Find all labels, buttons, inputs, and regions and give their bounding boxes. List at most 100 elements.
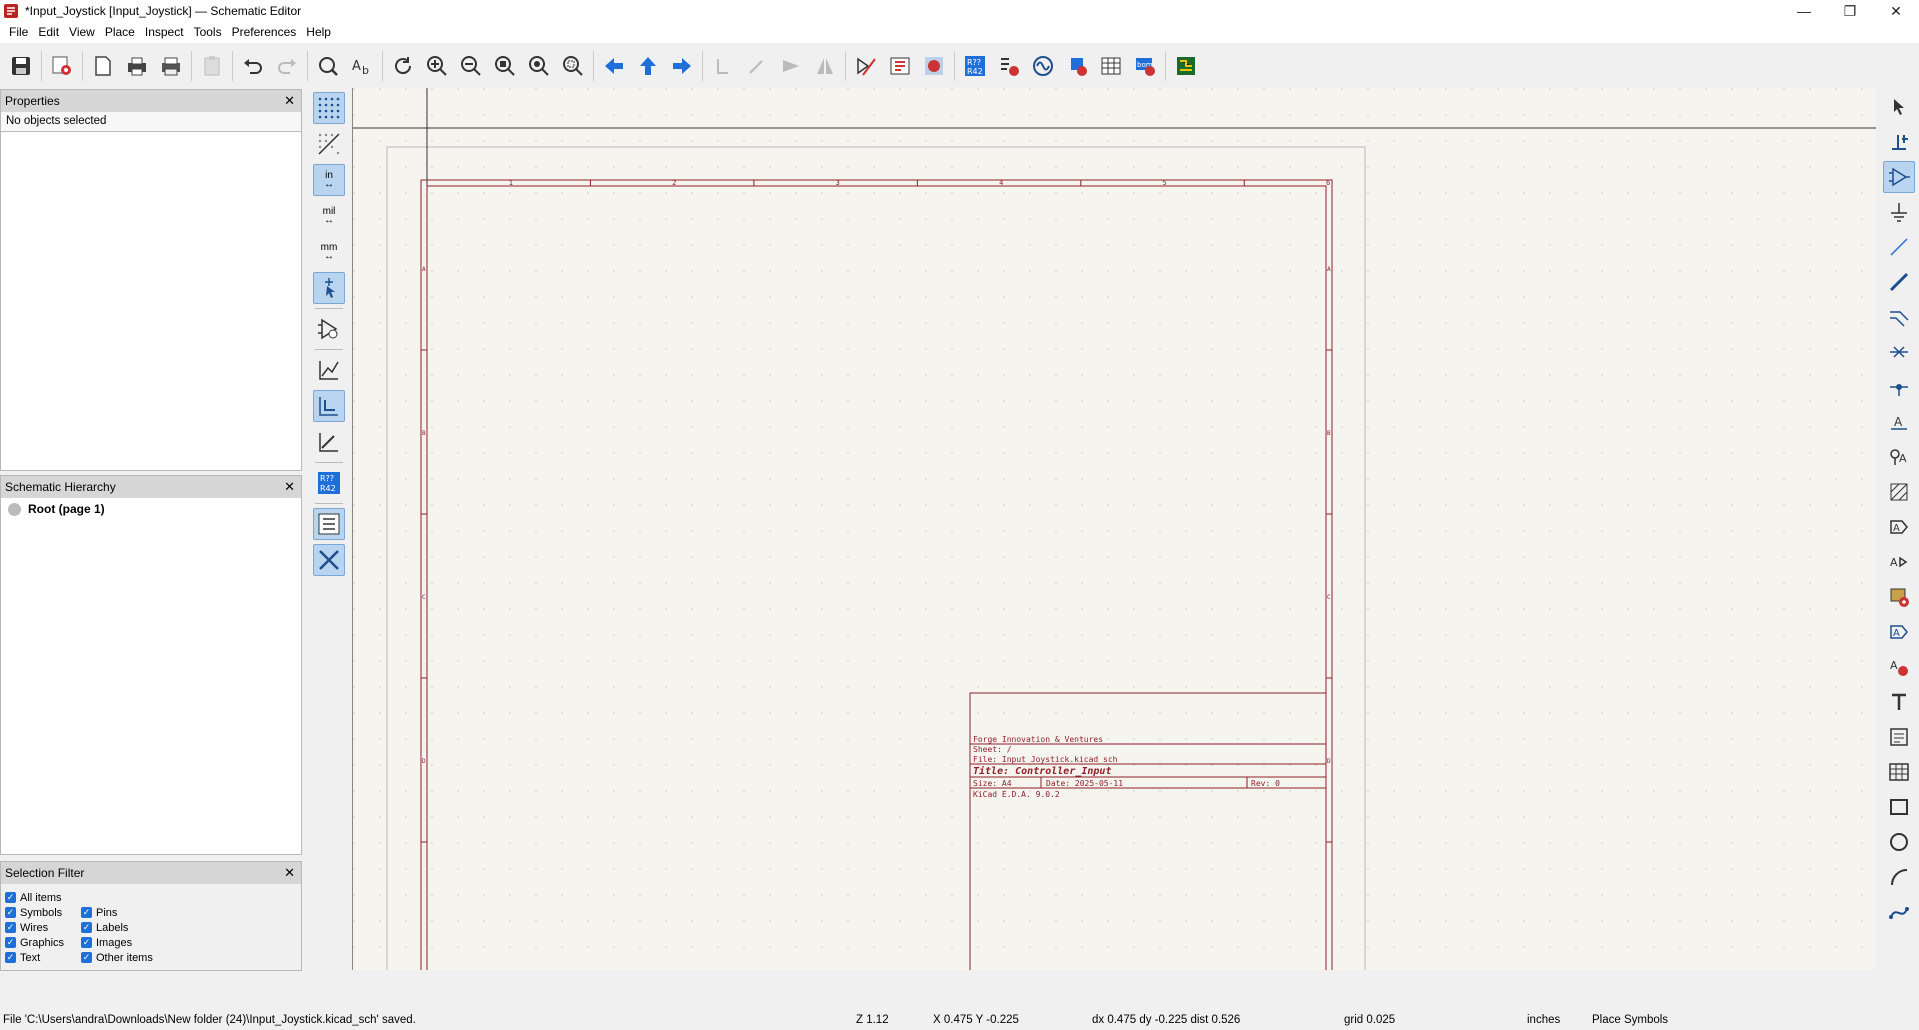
line-mode-free-button[interactable] <box>313 354 345 386</box>
generate-bom-button[interactable]: bom <box>1128 49 1162 83</box>
menu-help[interactable]: Help <box>301 22 336 43</box>
save-button[interactable] <box>4 49 38 83</box>
undo-button[interactable] <box>236 49 270 83</box>
no-connect-button[interactable] <box>1883 336 1915 368</box>
minimize-button[interactable]: — <box>1781 0 1827 22</box>
circle-tool-button[interactable] <box>1883 826 1915 858</box>
draw-bus-button[interactable] <box>1883 266 1915 298</box>
menu-file[interactable]: File <box>4 22 33 43</box>
assign-footprints-button[interactable] <box>1060 49 1094 83</box>
show-hidden-pins-button[interactable] <box>313 313 345 345</box>
properties-close-button[interactable]: ✕ <box>284 93 295 109</box>
filter-wires[interactable]: ✓ Wires <box>5 920 48 935</box>
annotate-button[interactable]: R?? R42 <box>958 49 992 83</box>
units-inches-button[interactable]: in ↔ <box>313 164 345 196</box>
line-mode-90-button[interactable] <box>313 390 345 422</box>
grid-overrides-button[interactable] <box>313 128 345 160</box>
import-sheet-pin-button[interactable]: A <box>1883 651 1915 683</box>
place-symbol-button[interactable] <box>1883 161 1915 193</box>
rectangle-tool-button[interactable] <box>1883 791 1915 823</box>
close-window-button[interactable]: ✕ <box>1873 0 1919 22</box>
zoom-fit-button[interactable] <box>488 49 522 83</box>
hierarchy-root-item[interactable]: Root (page 1) <box>1 498 301 520</box>
line-mode-45-button[interactable] <box>313 426 345 458</box>
filter-other-items[interactable]: ✓ Other items <box>81 950 153 965</box>
symbol-editor-button[interactable] <box>849 49 883 83</box>
simulator-button[interactable] <box>1026 49 1060 83</box>
mirror-v-button[interactable] <box>774 49 808 83</box>
navigate-back-button[interactable] <box>597 49 631 83</box>
plot-button[interactable] <box>154 49 188 83</box>
menu-tools[interactable]: Tools <box>189 22 227 43</box>
properties-toggle-button[interactable] <box>313 544 345 576</box>
cursor-style-button[interactable] <box>313 272 345 304</box>
zoom-selection-button[interactable] <box>556 49 590 83</box>
text-tool-button[interactable] <box>1883 686 1915 718</box>
units-mm-button[interactable]: mm ↔ <box>313 236 345 268</box>
switch-to-pcb-button[interactable] <box>1169 49 1203 83</box>
annotate-left-button[interactable]: R?? R42 <box>313 467 345 499</box>
directive-label-button[interactable]: A <box>1883 441 1915 473</box>
symbol-fields-table-button[interactable] <box>1094 49 1128 83</box>
draw-wire-button[interactable] <box>1883 231 1915 263</box>
filter-images[interactable]: ✓ Images <box>81 935 132 950</box>
find-replace-button[interactable]: Ab <box>345 49 379 83</box>
mirror-h-button[interactable] <box>808 49 842 83</box>
properties-title: Properties <box>5 94 60 108</box>
arc-tool-button[interactable] <box>1883 861 1915 893</box>
symbol-library-browser-button[interactable] <box>883 49 917 83</box>
bezier-tool-button[interactable] <box>1883 896 1915 928</box>
update-from-pcb-button[interactable] <box>917 49 951 83</box>
schematic-canvas[interactable]: 1 2 3 4 5 6 A A B B C C D D Forge Innovation & Ventu… <box>352 88 1876 970</box>
hierarchical-sheet-button[interactable] <box>1883 581 1915 613</box>
redo-button[interactable] <box>270 49 304 83</box>
column-number-label: 3 <box>836 179 840 187</box>
zoom-in-button[interactable] <box>420 49 454 83</box>
rotate-cw-button[interactable] <box>740 49 774 83</box>
find-button[interactable] <box>311 49 345 83</box>
hierarchical-label-button[interactable]: A <box>1883 546 1915 578</box>
paste-button[interactable] <box>195 49 229 83</box>
hierarchy-close-button[interactable]: ✕ <box>284 479 295 495</box>
toggle-grid-button[interactable] <box>313 92 345 124</box>
page-settings-button[interactable] <box>86 49 120 83</box>
selection-filter-close-button[interactable]: ✕ <box>284 865 295 881</box>
filter-graphics[interactable]: ✓ Graphics <box>5 935 64 950</box>
filter-text[interactable]: ✓ Text <box>5 950 40 965</box>
rotate-ccw-button[interactable] <box>706 49 740 83</box>
select-tool-button[interactable] <box>1883 91 1915 123</box>
filter-labels[interactable]: ✓ Labels <box>81 920 128 935</box>
ground-icon <box>1891 203 1907 222</box>
units-mils-button[interactable]: mil ↔ <box>313 200 345 232</box>
filter-symbols[interactable]: ✓ Symbols <box>5 905 62 920</box>
schematic-setup-button[interactable] <box>45 49 79 83</box>
text-box-button[interactable] <box>1883 721 1915 753</box>
bus-entry-button[interactable] <box>1883 301 1915 333</box>
print-button[interactable] <box>120 49 154 83</box>
sheet-pin-button[interactable]: A <box>1883 616 1915 648</box>
zoom-objects-button[interactable] <box>522 49 556 83</box>
restore-button[interactable]: ❐ <box>1827 0 1873 22</box>
refresh-button[interactable] <box>386 49 420 83</box>
net-label-button[interactable]: A <box>1883 406 1915 438</box>
menu-view[interactable]: View <box>64 22 100 43</box>
highlight-net-button[interactable] <box>1883 126 1915 158</box>
column-number-label: 1 <box>509 179 513 187</box>
menu-place[interactable]: Place <box>100 22 140 43</box>
junction-button[interactable] <box>1883 371 1915 403</box>
menu-edit[interactable]: Edit <box>33 22 64 43</box>
global-label-button[interactable]: A <box>1883 511 1915 543</box>
rule-area-button[interactable] <box>1883 476 1915 508</box>
filter-all-items[interactable]: ✓ All items <box>5 890 62 905</box>
filter-label: Pins <box>96 906 118 919</box>
table-tool-button[interactable] <box>1883 756 1915 788</box>
zoom-out-button[interactable] <box>454 49 488 83</box>
place-power-button[interactable] <box>1883 196 1915 228</box>
hierarchy-navigator-button[interactable] <box>313 508 345 540</box>
erc-button[interactable] <box>992 49 1026 83</box>
navigate-up-button[interactable] <box>631 49 665 83</box>
filter-pins[interactable]: ✓ Pins <box>81 905 117 920</box>
navigate-forward-button[interactable] <box>665 49 699 83</box>
menu-preferences[interactable]: Preferences <box>227 22 302 43</box>
menu-inspect[interactable]: Inspect <box>140 22 189 43</box>
